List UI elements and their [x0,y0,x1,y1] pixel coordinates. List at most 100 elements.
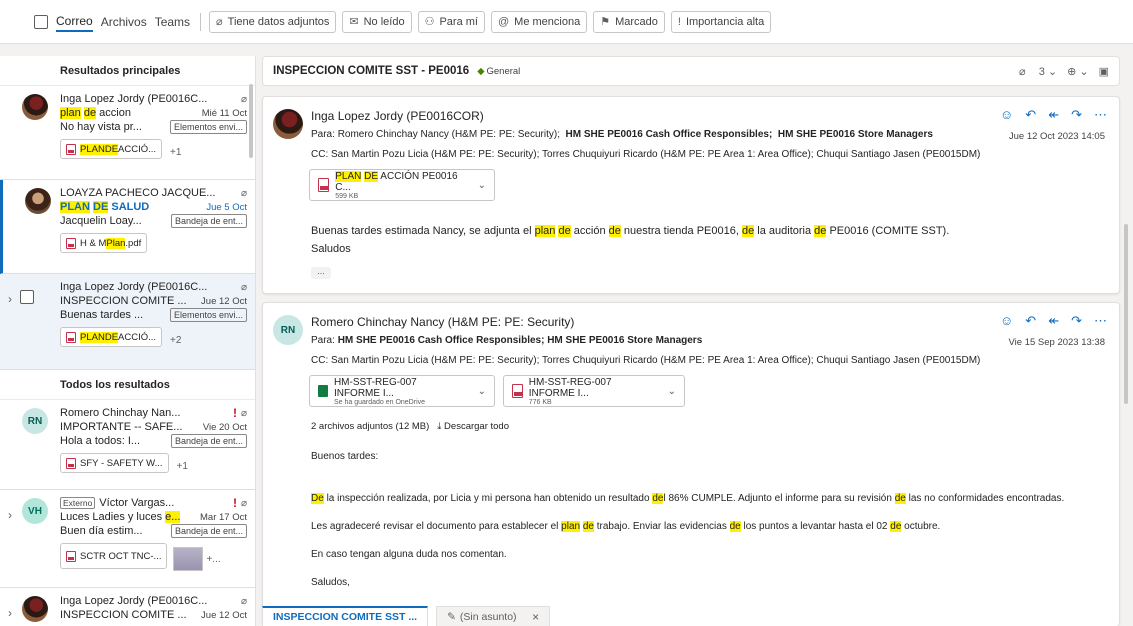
paperclip-icon: ⌀ [240,93,247,105]
compose-tabs: INSPECCION COMITE SST ... ✎ (Sin asunto) … [262,606,551,626]
date: Mié 11 Oct [201,107,247,119]
filter-has-attachments-button[interactable]: ⌀ Tiene datos adjuntos [209,10,337,33]
show-more-button[interactable]: ... [311,267,331,279]
conversation-header: INSPECCION COMITE SST - PE0016 ◆ General … [262,56,1120,86]
attachment-card[interactable]: HM-SST-REG-007 INFORME I... Se ha guardad… [309,375,495,407]
list-item[interactable]: › Inga Lopez Jordy (PE0016C... ⌀ INSPECCI… [0,588,255,626]
preview: Buenas tardes ... [60,309,144,321]
sender-name: Inga Lopez Jordy (PE0016C... [60,281,208,293]
cc-line: CC: San Martin Pozu Licia (H&M PE: PE: S… [311,149,981,160]
reply-all-icon[interactable]: ↞ [1048,107,1059,123]
more-attachments[interactable]: +1 [170,147,181,158]
attachment-chip[interactable]: PLAN DE ACCIÓ... [60,327,163,347]
paperclip-icon: ⌀ [240,407,247,419]
folder-tag: Bandeja de ent... [170,214,247,228]
more-options-icon[interactable]: ⋯ [1094,313,1107,329]
reply-icon[interactable]: ↶ [1025,313,1036,329]
pdf-icon [66,143,76,155]
folder-tag: Elementos envi... [169,308,247,322]
date: Vie 20 Oct [202,421,247,433]
list-item[interactable]: › Inga Lopez Jordy (PE0016C... ⌀ INSPECCI… [0,274,255,370]
tab-archivos[interactable]: Archivos [101,13,147,31]
sender-name: LOAYZA PACHECO JACQUE... [60,187,216,199]
reading-pane-icon[interactable]: ▣ [1099,65,1109,78]
tab-teams[interactable]: Teams [155,13,190,31]
pdf-icon [66,457,76,469]
filter-unread-button[interactable]: ✉ No leído [342,10,412,33]
date: Jue 12 Oct [201,609,247,621]
more-options-icon[interactable]: ⋯ [1094,107,1107,123]
chevron-down-icon[interactable]: ⌄ [478,180,486,191]
preview: Hola a todos: I... [60,435,141,447]
more-attachments[interactable]: +1 [177,461,188,472]
attachment-chip[interactable]: H & M Plan .pdf [60,233,148,253]
zoom-icon[interactable]: ⊕ ⌄ [1067,65,1089,78]
list-item[interactable]: LOAYZA PACHECO JACQUE... ⌀ PLAN DE SALUD J… [0,180,255,274]
cc-line: CC: San Martin Pozu Licia (H&M PE: PE: S… [311,355,981,366]
pdf-icon [512,384,523,398]
chevron-right-icon[interactable]: › [8,508,12,522]
importance-icon: ! [677,15,681,28]
attachment-chip[interactable]: SFY - SAFETY W... [60,453,169,473]
emoji-reaction-icon[interactable]: ☺ [1000,107,1013,123]
attachments-count-button[interactable]: ⌀ 3 ⌄ [1019,65,1057,78]
more-attachments[interactable]: +2 [170,335,181,346]
tab-correo[interactable]: Correo [56,12,93,32]
download-all-link[interactable]: Descargar todo [444,421,509,432]
teams-channel-icon: ◆ [477,65,485,77]
avatar: VH [22,498,48,524]
message-body-line: Saludos [311,243,351,255]
list-item[interactable]: › VH Externo Víctor Vargas...! ⌀ Luces Lad… [0,490,255,588]
attachment-chip[interactable]: SCTR OCT TNC-... [60,543,168,569]
paperclip-icon: ⌀ [240,281,247,293]
filter-mentions-me-button[interactable]: @ Me menciona [490,10,588,33]
forward-icon[interactable]: ↷ [1071,107,1082,123]
message-timestamp: Vie 15 Sep 2023 13:38 [1008,337,1106,348]
unread-mail-icon: ✉ [349,16,359,28]
chip-label: Importancia alta [685,15,765,28]
external-tag: Externo [60,497,96,509]
chevron-down-icon[interactable]: ⌄ [668,386,676,397]
more-attachments[interactable]: +... [206,554,220,565]
tab-draft[interactable]: ✎ (Sin asunto) × [436,606,551,626]
image-thumbnail[interactable] [173,546,204,571]
message-card: Inga Lopez Jordy (PE0016COR) ☺ ↶ ↞ ↷ ⋯ P… [262,96,1120,294]
attachment-chip[interactable]: PLAN DE ACCIÓ... [60,139,163,159]
download-icon[interactable]: ⤓ [437,421,441,432]
reply-all-icon[interactable]: ↞ [1048,313,1059,329]
subject: INSPECCION COMITE ... [60,609,187,621]
emoji-reaction-icon[interactable]: ☺ [1000,313,1013,329]
paperclip-icon: ⌀ [240,187,247,199]
list-scrollbar[interactable] [249,84,253,158]
message-body-line: Buenas tardes estimada Nancy, se adjunta… [311,225,950,237]
sender-name: Romero Chinchay Nan... [60,407,181,419]
message-sender[interactable]: Romero Chinchay Nancy (H&M PE: PE: Secur… [311,315,574,329]
chevron-down-icon[interactable]: ⌄ [478,386,486,397]
filter-to-me-button[interactable]: ⚇ Para mí [417,10,485,33]
pdf-icon [66,237,76,249]
reply-icon[interactable]: ↶ [1025,107,1036,123]
chevron-right-icon[interactable]: › [8,606,12,620]
list-item[interactable]: RN Romero Chinchay Nan...! ⌀ IMPORTANTE -… [0,400,255,490]
filter-high-importance-button[interactable]: ! Importancia alta [670,10,772,33]
chevron-right-icon[interactable]: › [8,292,12,306]
close-icon[interactable]: × [532,610,539,624]
tab-open-conversation[interactable]: INSPECCION COMITE SST ... [262,606,429,626]
filter-flagged-button[interactable]: ⚑ Marcado [593,10,665,33]
folder-tag: Elementos envi... [169,120,247,134]
excel-icon [318,385,328,397]
list-item[interactable]: Inga Lopez Jordy (PE0016C... ⌀ plan de ac… [0,86,255,180]
to-line: Para: Romero Chinchay Nancy (H&M PE: PE:… [311,129,933,140]
forward-icon[interactable]: ↷ [1071,313,1082,329]
person-icon: ⚇ [424,16,435,28]
attachment-card[interactable]: HM-SST-REG-007 INFORME I... 776 KB ⌄ [503,375,685,407]
chip-label: Marcado [615,15,658,28]
sender-name: Inga Lopez Jordy (PE0016C... [60,93,208,105]
message-card: RN Romero Chinchay Nancy (H&M PE: PE: Se… [262,302,1120,626]
item-checkbox[interactable] [20,290,34,304]
channel-tag[interactable]: ◆ General [477,66,520,77]
message-sender[interactable]: Inga Lopez Jordy (PE0016COR) [311,109,484,123]
attachment-card[interactable]: PLAN DE ACCIÓN PE0016 C... 599 KB ⌄ [309,169,495,201]
reading-scrollbar[interactable] [1124,224,1128,404]
select-all-checkbox[interactable] [34,14,48,29]
